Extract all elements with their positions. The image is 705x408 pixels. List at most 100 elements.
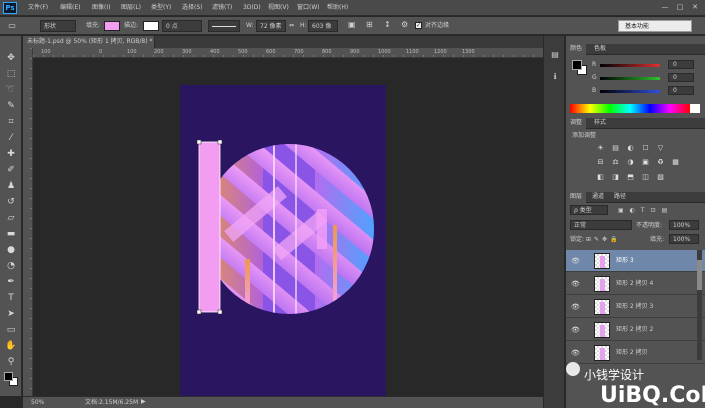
blur-tool-icon[interactable]: ● bbox=[5, 244, 17, 256]
clone-stamp-tool-icon[interactable]: ♟ bbox=[5, 180, 17, 192]
layers-scrollbar-thumb[interactable] bbox=[697, 260, 702, 290]
fill-color-swatch[interactable] bbox=[104, 21, 120, 31]
width-field[interactable]: 72 像素 bbox=[256, 20, 286, 32]
path-selection-tool-icon[interactable]: ➤ bbox=[5, 308, 17, 320]
stroke-color-swatch[interactable] bbox=[143, 21, 159, 31]
fill-opacity-field[interactable]: 100% bbox=[669, 234, 699, 244]
gear-icon[interactable]: ⚙ bbox=[401, 21, 408, 29]
brightness-icon[interactable]: ☀ bbox=[596, 144, 605, 152]
gradient-map-icon[interactable]: ◫ bbox=[641, 173, 650, 181]
path-arrangement-icon[interactable]: ↕ bbox=[384, 21, 391, 29]
pen-tool-icon[interactable]: ✒ bbox=[5, 276, 17, 288]
properties-panel-icon[interactable]: ℹ bbox=[550, 72, 560, 82]
dodge-tool-icon[interactable]: ◔ bbox=[5, 260, 17, 272]
channel-mixer-icon[interactable]: ♻ bbox=[656, 158, 665, 166]
path-alignment-icon[interactable]: ⊞ bbox=[366, 21, 373, 29]
maximize-button[interactable]: □ bbox=[675, 3, 685, 12]
healing-brush-tool-icon[interactable]: ✚ bbox=[5, 148, 17, 160]
minimize-button[interactable]: — bbox=[660, 3, 670, 12]
status-arrow-icon[interactable]: ▶ bbox=[141, 399, 146, 405]
layer-row[interactable]: 👁 矩形 2 拷贝 4 bbox=[566, 273, 705, 295]
visibility-eye-icon[interactable]: 👁 bbox=[571, 303, 580, 311]
photo-filter-icon[interactable]: ▣ bbox=[641, 158, 650, 166]
green-slider[interactable] bbox=[600, 77, 660, 80]
history-brush-tool-icon[interactable]: ↺ bbox=[5, 196, 17, 208]
foreground-color-swatch[interactable] bbox=[4, 372, 13, 381]
opacity-field[interactable]: 100% bbox=[669, 220, 699, 230]
menu-layer[interactable]: 图层(L) bbox=[121, 5, 141, 11]
eraser-tool-icon[interactable]: ▱ bbox=[5, 212, 17, 224]
anchor-handle[interactable] bbox=[217, 309, 223, 315]
posterize-icon[interactable]: ◨ bbox=[611, 173, 620, 181]
layer-filter-icons[interactable]: ▣◐T⊡▤ bbox=[618, 208, 673, 214]
tab-channels[interactable]: 通道 bbox=[588, 192, 608, 203]
color-swatches[interactable] bbox=[4, 372, 18, 386]
exposure-icon[interactable]: ☐ bbox=[641, 144, 650, 152]
layer-row[interactable]: 👁 矩形 3 bbox=[566, 250, 705, 272]
quick-select-tool-icon[interactable]: ✎ bbox=[5, 100, 17, 112]
color-lookup-icon[interactable]: ▦ bbox=[671, 158, 680, 166]
black-white-icon[interactable]: ◑ bbox=[626, 158, 635, 166]
blend-mode-select[interactable]: 正常 bbox=[570, 220, 632, 230]
rectangle-tool-icon[interactable]: ▭ bbox=[6, 20, 18, 32]
link-icon[interactable]: ⇔ bbox=[289, 23, 294, 29]
spectrum-white[interactable] bbox=[690, 104, 700, 113]
visibility-eye-icon[interactable]: 👁 bbox=[571, 280, 580, 288]
workspace-select[interactable]: 基本功能 bbox=[618, 20, 692, 32]
horizontal-ruler[interactable]: 100 0 100 200 300 400 500 600 700 800 90… bbox=[33, 48, 543, 58]
lasso-tool-icon[interactable]: ➰ bbox=[5, 84, 17, 96]
menu-file[interactable]: 文件(F) bbox=[28, 5, 48, 11]
history-panel-icon[interactable]: ▤ bbox=[550, 50, 560, 60]
tab-styles[interactable]: 样式 bbox=[590, 118, 610, 129]
invert-icon[interactable]: ◧ bbox=[596, 173, 605, 181]
menu-select[interactable]: 选择(S) bbox=[182, 5, 203, 11]
gradient-tool-icon[interactable]: ▬ bbox=[5, 228, 17, 240]
layer-row[interactable]: 👁 矩形 2 拷贝 3 bbox=[566, 296, 705, 318]
hue-saturation-icon[interactable]: ⊟ bbox=[596, 158, 605, 166]
document-canvas[interactable] bbox=[33, 59, 543, 397]
green-value-field[interactable]: 0 bbox=[668, 73, 694, 82]
shape-tool-icon[interactable]: ▭ bbox=[5, 324, 17, 336]
anchor-handle[interactable] bbox=[217, 139, 223, 145]
selective-color-icon[interactable]: ▧ bbox=[656, 173, 665, 181]
document-tab[interactable]: 未标题-1.psd @ 50% (矩形 1 拷贝, RGB/8) * bbox=[23, 36, 155, 48]
visibility-eye-icon[interactable]: 👁 bbox=[571, 326, 580, 334]
threshold-icon[interactable]: ⬒ bbox=[626, 173, 635, 181]
menu-image[interactable]: 图像(I) bbox=[92, 5, 110, 11]
vibrance-icon[interactable]: ▽ bbox=[656, 144, 665, 152]
menu-edit[interactable]: 编辑(E) bbox=[60, 5, 80, 11]
menu-type[interactable]: 类型(Y) bbox=[151, 5, 171, 11]
layers-scrollbar[interactable] bbox=[697, 250, 702, 360]
layer-filter-select[interactable]: ρ 类型 bbox=[570, 205, 608, 215]
menu-filter[interactable]: 滤镜(T) bbox=[212, 5, 232, 11]
zoom-tool-icon[interactable]: ⚲ bbox=[5, 356, 17, 368]
canvas-area[interactable] bbox=[33, 59, 543, 397]
blue-slider[interactable] bbox=[600, 90, 660, 93]
stroke-width-field[interactable]: 0 点 bbox=[162, 20, 202, 32]
tab-adjustments[interactable]: 调整 bbox=[566, 118, 587, 129]
menu-3d[interactable]: 3D(D) bbox=[243, 5, 261, 11]
close-button[interactable]: ✕ bbox=[690, 3, 700, 12]
type-tool-icon[interactable]: T bbox=[5, 292, 17, 304]
visibility-eye-icon[interactable]: 👁 bbox=[571, 349, 580, 357]
blue-value-field[interactable]: 0 bbox=[668, 86, 694, 95]
shape-mode-select[interactable]: 形状 bbox=[40, 20, 76, 32]
color-balance-icon[interactable]: ⚖ bbox=[611, 158, 620, 166]
vertical-ruler[interactable] bbox=[23, 48, 33, 396]
lock-icons[interactable]: ⊞✎✥🔒 bbox=[586, 237, 621, 243]
color-spectrum-bar[interactable] bbox=[570, 104, 690, 113]
brush-tool-icon[interactable]: ✐ bbox=[5, 164, 17, 176]
visibility-eye-icon[interactable]: 👁 bbox=[571, 257, 580, 265]
menu-view[interactable]: 视图(V) bbox=[268, 5, 289, 11]
red-slider[interactable] bbox=[600, 64, 660, 67]
marquee-tool-icon[interactable]: ⬚ bbox=[5, 68, 17, 80]
menu-help[interactable]: 帮助(H) bbox=[327, 5, 348, 11]
tab-layers[interactable]: 图层 bbox=[566, 192, 587, 203]
anchor-handle[interactable] bbox=[196, 139, 202, 145]
tab-paths[interactable]: 路径 bbox=[610, 192, 630, 203]
hand-tool-icon[interactable]: ✋ bbox=[5, 340, 17, 352]
stroke-type-select[interactable] bbox=[208, 20, 240, 32]
anchor-handle[interactable] bbox=[196, 309, 202, 315]
height-field[interactable]: 603 像 bbox=[308, 20, 338, 32]
eyedropper-tool-icon[interactable]: ⁄ bbox=[5, 132, 17, 144]
